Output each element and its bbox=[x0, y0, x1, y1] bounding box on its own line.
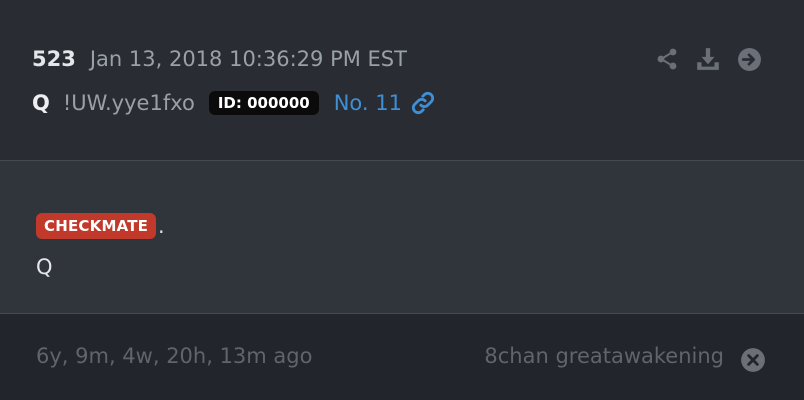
post-date: Jan 13, 2018 10:36:29 PM EST bbox=[89, 47, 407, 71]
post-meta: 523 Jan 13, 2018 10:36:29 PM EST bbox=[32, 44, 407, 74]
message-trailing: . bbox=[158, 214, 165, 238]
close-icon[interactable] bbox=[740, 347, 766, 373]
message-signature: Q bbox=[36, 255, 53, 279]
post-identity: Q !UW.yye1fxo ID: 000000 No. 11 bbox=[32, 88, 436, 118]
post-footer: 6y, 9m, 4w, 20h, 13m ago 8chan greatawak… bbox=[0, 314, 804, 400]
arrow-right-circle-icon[interactable] bbox=[737, 47, 762, 72]
tripcode: !UW.yye1fxo bbox=[62, 91, 195, 115]
share-icon[interactable] bbox=[655, 47, 679, 71]
link-icon[interactable] bbox=[410, 90, 436, 116]
author-name: Q bbox=[32, 91, 50, 115]
post-actions bbox=[655, 44, 762, 74]
message-line: CHECKMATE . bbox=[36, 211, 164, 241]
time-ago: 6y, 9m, 4w, 20h, 13m ago bbox=[36, 344, 313, 368]
download-icon[interactable] bbox=[695, 46, 721, 72]
checkmate-badge: CHECKMATE bbox=[36, 213, 157, 239]
post-body: CHECKMATE . Q bbox=[0, 161, 804, 314]
post-count: 523 bbox=[32, 47, 76, 71]
post-header: 523 Jan 13, 2018 10:36:29 PM EST Q !UW.y… bbox=[0, 0, 804, 161]
post-number-link[interactable]: No. 11 bbox=[334, 91, 402, 115]
source-label: 8chan greatawakening bbox=[484, 344, 724, 368]
id-badge: ID: 000000 bbox=[208, 91, 319, 115]
